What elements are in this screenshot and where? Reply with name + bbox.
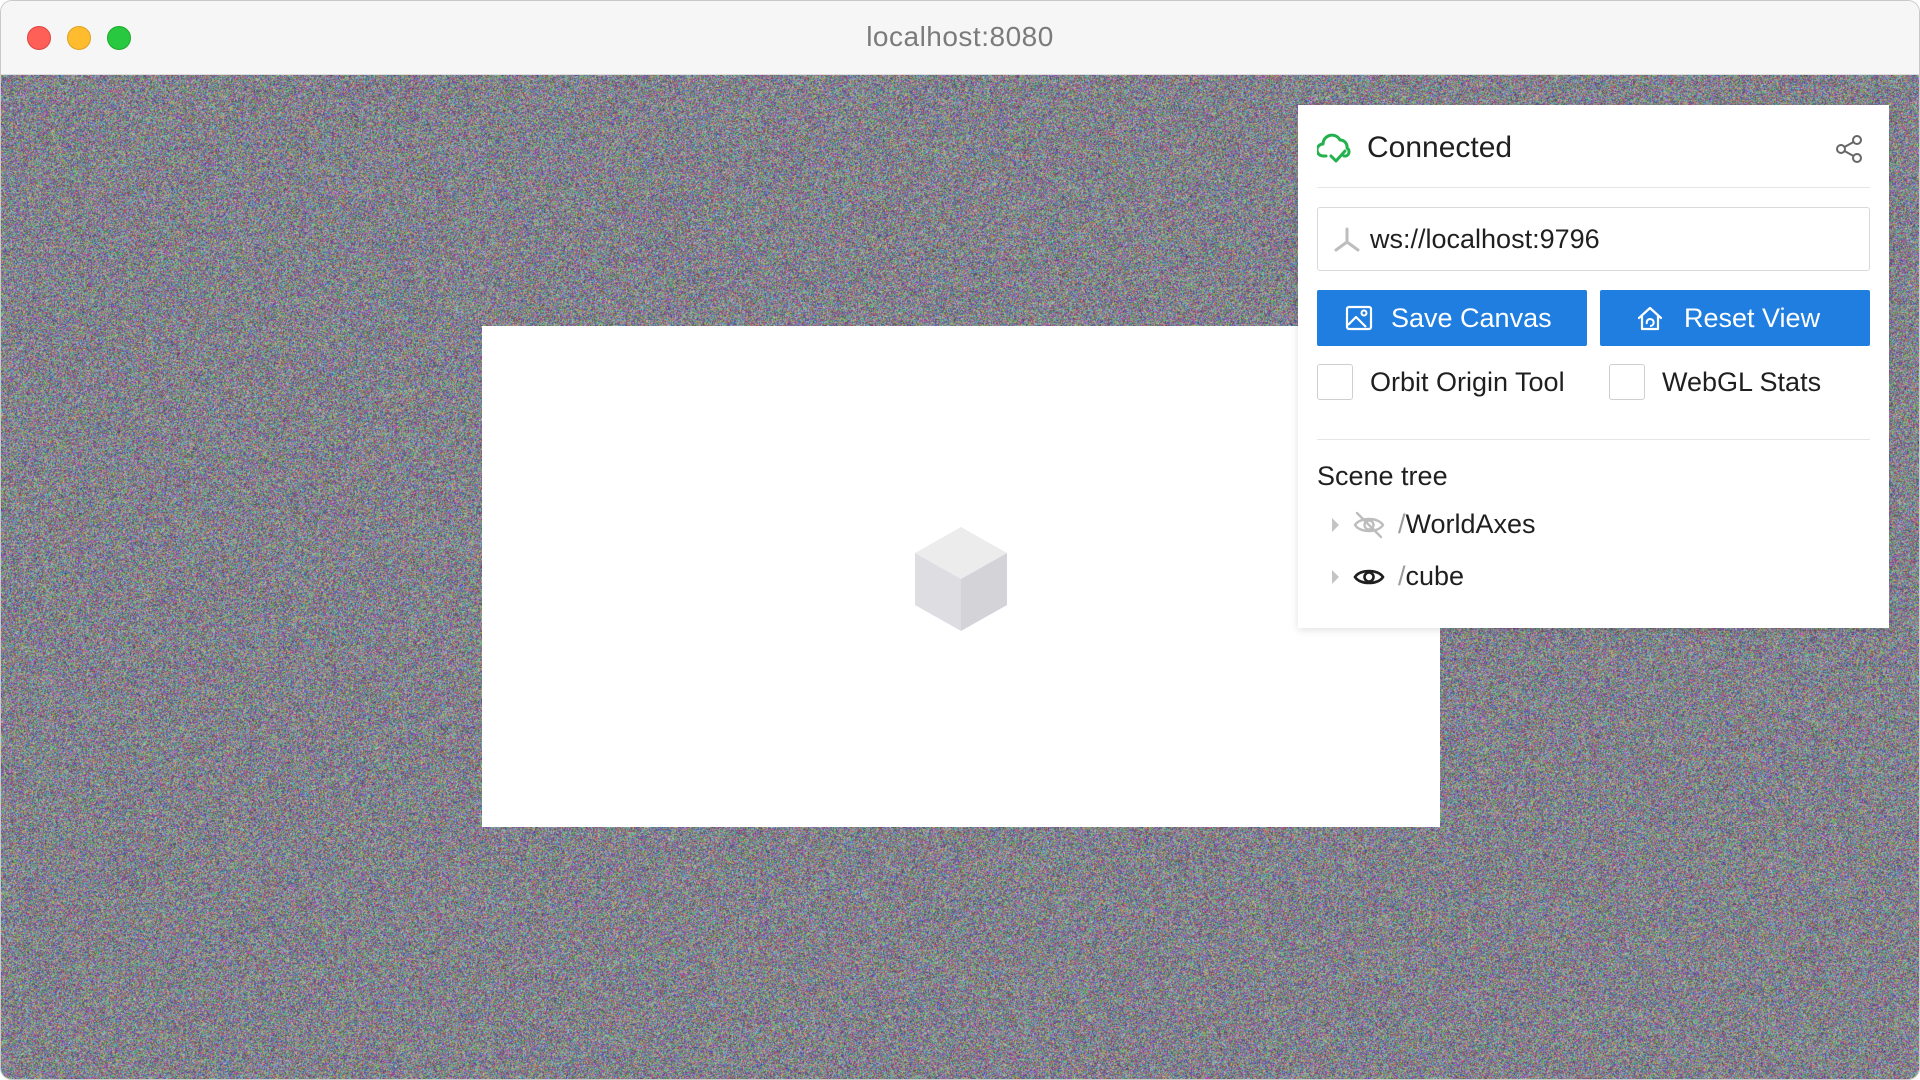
window-title: localhost:8080	[1, 21, 1919, 53]
connection-status: Connected	[1367, 131, 1512, 165]
panel-divider	[1317, 439, 1870, 440]
control-panel: Connected ws://localhost:9796 Save Canva…	[1298, 105, 1889, 628]
scene-tree-title: Scene tree	[1317, 461, 1448, 492]
path-slash: /	[1398, 509, 1406, 539]
home-icon	[1636, 304, 1664, 332]
webgl-stats-label: WebGL Stats	[1662, 367, 1821, 398]
cube-mesh	[915, 527, 1007, 631]
tree-node-label: /WorldAxes	[1398, 509, 1536, 540]
node-name: cube	[1406, 561, 1465, 591]
tree-node-label: /cube	[1398, 561, 1464, 592]
eye-icon[interactable]	[1352, 562, 1386, 592]
reset-view-button[interactable]: Reset View	[1600, 290, 1870, 346]
panel-header: Connected	[1317, 123, 1870, 188]
save-canvas-button[interactable]: Save Canvas	[1317, 290, 1587, 346]
expand-caret-icon[interactable]	[1332, 518, 1339, 532]
reset-view-label: Reset View	[1684, 303, 1820, 334]
orbit-origin-tool-label: Orbit Origin Tool	[1370, 367, 1565, 398]
cloud-check-icon	[1317, 132, 1353, 166]
canvas-viewport[interactable]: Connected ws://localhost:9796 Save Canva…	[1, 75, 1919, 1079]
server-icon	[1332, 226, 1362, 256]
node-name: WorldAxes	[1406, 509, 1536, 539]
webgl-stats-checkbox[interactable]	[1609, 364, 1645, 400]
share-icon[interactable]	[1834, 134, 1864, 164]
websocket-url-input[interactable]	[1370, 208, 1861, 270]
title-bar: localhost:8080	[1, 1, 1919, 75]
save-canvas-label: Save Canvas	[1391, 303, 1552, 334]
image-icon	[1345, 304, 1373, 332]
orbit-origin-tool-checkbox[interactable]	[1317, 364, 1353, 400]
websocket-url-field[interactable]	[1317, 207, 1870, 271]
path-slash: /	[1398, 561, 1406, 591]
browser-window: localhost:8080 Connected ws://localhost:…	[0, 0, 1920, 1080]
eye-off-icon[interactable]	[1352, 510, 1386, 540]
scene-canvas[interactable]	[482, 326, 1440, 827]
expand-caret-icon[interactable]	[1332, 570, 1339, 584]
